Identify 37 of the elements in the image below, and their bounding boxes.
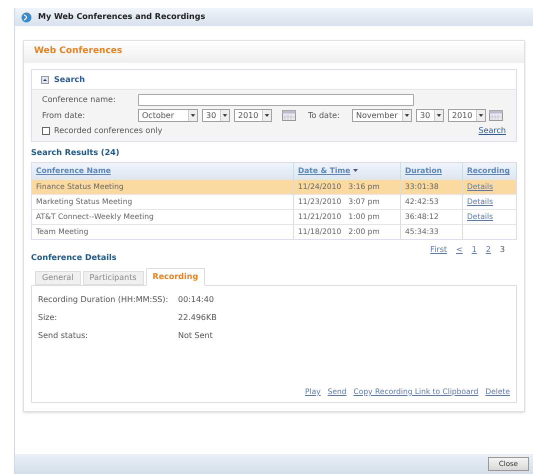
field-label: From date: (42, 110, 86, 122)
detail-value: Not Sent (178, 330, 213, 342)
calendar-icon[interactable] (282, 110, 296, 121)
tab[interactable]: Recording (146, 268, 206, 286)
sort-arrow-icon (353, 169, 358, 174)
field-label: Conference name: (42, 94, 117, 106)
checkbox-label: Recorded conferences only (54, 125, 162, 137)
details-title: Conference Details (31, 252, 118, 264)
year-select[interactable]: 2010 (234, 109, 272, 122)
tab[interactable]: General (35, 271, 81, 285)
detail-label: Recording Duration (HH:MM:SS): (38, 294, 170, 306)
page-link[interactable]: 1 (472, 244, 477, 256)
collapse-icon[interactable] (41, 76, 49, 84)
field-label: To date: (308, 110, 341, 122)
year-select[interactable]: 2010 (448, 109, 486, 122)
page-link[interactable]: First (430, 244, 448, 256)
checkbox[interactable] (42, 127, 50, 135)
month-select[interactable]: November (352, 109, 412, 122)
page-link[interactable]: 3 (500, 244, 505, 256)
search-section-title: Search (54, 74, 85, 86)
detail-value: 00:14:40 (178, 294, 214, 306)
detail-label: Send status: (38, 330, 89, 342)
calendar-icon[interactable] (489, 110, 503, 121)
search-link[interactable]: Search (478, 125, 506, 137)
page-link[interactable]: 2 (486, 244, 491, 256)
detail-label: Size: (38, 312, 58, 324)
day-select[interactable]: 30 (202, 109, 230, 122)
tab[interactable]: Participants (82, 271, 144, 285)
window-title: My Web Conferences and Recordings (38, 11, 206, 23)
detail-value: 22.496KB (178, 312, 217, 324)
app-logo-icon (21, 12, 32, 22)
day-select[interactable]: 30 (416, 109, 444, 122)
month-select[interactable]: October (138, 109, 198, 122)
section-title: Web Conferences (34, 45, 122, 58)
conference-name-field[interactable] (138, 94, 414, 106)
results-title: Search Results (24) (31, 147, 120, 159)
page-link[interactable]: < (456, 244, 463, 256)
